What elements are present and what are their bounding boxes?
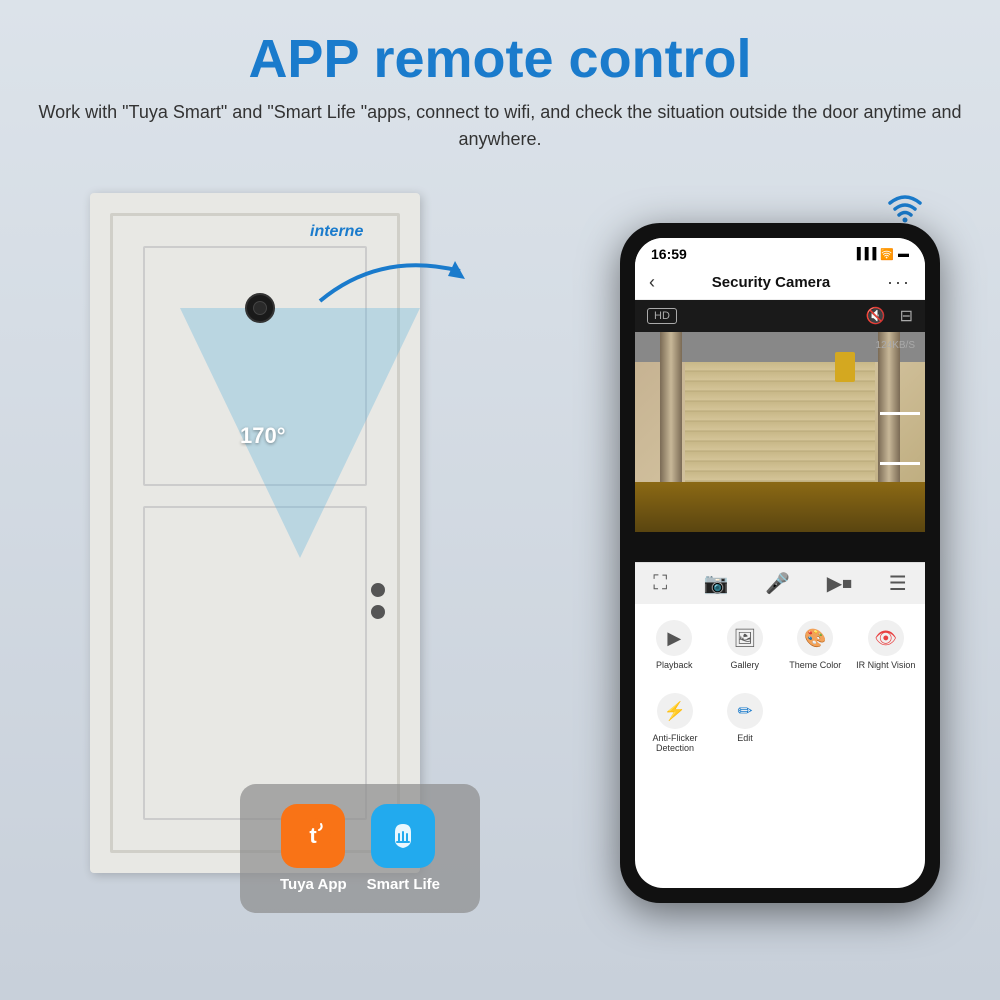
railing-bar-1 bbox=[880, 412, 920, 415]
feed-icons: 🔇 ⊟ bbox=[866, 306, 913, 326]
header-section: APP remote control Work with "Tuya Smart… bbox=[0, 0, 1000, 163]
camera-feed: 124KB/S bbox=[635, 332, 925, 562]
page-container: APP remote control Work with "Tuya Smart… bbox=[0, 0, 1000, 1000]
tuya-app-item: t Tuya App bbox=[280, 804, 347, 893]
playback-icon: ▶ bbox=[656, 620, 692, 656]
feature-gallery[interactable]: 🖼 Gallery bbox=[711, 614, 780, 677]
mute-icon[interactable]: 🔇 bbox=[866, 306, 886, 326]
door-section: 170° interne bbox=[30, 163, 530, 943]
gallery-icon: 🖼 bbox=[727, 620, 763, 656]
smartlife-app-label: Smart Life bbox=[367, 876, 440, 893]
ir-label: IR Night Vision bbox=[856, 660, 915, 671]
app-header: ‹ Security Camera ··· bbox=[635, 266, 925, 300]
handle-dot-1 bbox=[371, 583, 385, 597]
signal-icon: ▐▐▐ bbox=[853, 248, 876, 260]
record-icon[interactable]: ▶⏹ bbox=[827, 571, 852, 596]
more-menu-button[interactable]: ··· bbox=[887, 272, 911, 293]
status-bar: 16:59 ▐▐▐ 🛜 ▬ bbox=[635, 238, 925, 266]
porch-railing bbox=[875, 392, 925, 482]
antiflicker-icon: ⚡ bbox=[657, 693, 693, 729]
menu-icon[interactable]: ☰ bbox=[889, 571, 907, 596]
back-button[interactable]: ‹ bbox=[649, 272, 655, 293]
theme-icon: 🎨 bbox=[797, 620, 833, 656]
content-area: 170° interne bbox=[0, 163, 1000, 943]
fullscreen-icon[interactable]: ⛶ bbox=[653, 572, 667, 595]
speed-label: 124KB/S bbox=[876, 340, 915, 351]
snapshot-icon[interactable]: 📷 bbox=[704, 571, 729, 596]
feature-antiflicker[interactable]: ⚡ Anti-Flicker Detection bbox=[640, 693, 710, 753]
door-handle bbox=[371, 583, 385, 619]
feature-theme[interactable]: 🎨 Theme Color bbox=[781, 614, 850, 677]
smartlife-app-item: Smart Life bbox=[367, 804, 440, 893]
features-grid: ▶ Playback 🖼 Gallery 🎨 Theme Color � bbox=[635, 604, 925, 687]
porch-light bbox=[835, 352, 855, 382]
hd-badge: HD bbox=[647, 308, 677, 324]
arrow-container: interne bbox=[300, 223, 480, 321]
smartlife-app-icon bbox=[371, 804, 435, 868]
edit-icon: ✏ bbox=[727, 693, 763, 729]
camera-title: Security Camera bbox=[712, 274, 830, 291]
porch-floor bbox=[635, 482, 925, 532]
phone-screen: 16:59 ▐▐▐ 🛜 ▬ ‹ Security Camera ··· bbox=[635, 238, 925, 888]
handle-dot-2 bbox=[371, 605, 385, 619]
railing-bar-2 bbox=[880, 462, 920, 465]
layout-icon[interactable]: ⊟ bbox=[900, 306, 913, 326]
porch-image: 124KB/S bbox=[635, 332, 925, 532]
feature-ir[interactable]: 👁 IR Night Vision bbox=[852, 614, 921, 677]
app-icons-box: t Tuya App Smart Life bbox=[240, 784, 480, 913]
antiflicker-label: Anti-Flicker Detection bbox=[640, 733, 710, 753]
tuya-icon-svg: t bbox=[293, 816, 333, 856]
status-time: 16:59 bbox=[651, 246, 687, 262]
playback-label: Playback bbox=[656, 660, 693, 671]
ir-icon: 👁 bbox=[868, 620, 904, 656]
theme-label: Theme Color bbox=[789, 660, 841, 671]
svg-text:t: t bbox=[310, 823, 318, 848]
phone-body: 16:59 ▐▐▐ 🛜 ▬ ‹ Security Camera ··· bbox=[620, 223, 940, 903]
edit-label: Edit bbox=[737, 733, 753, 743]
feed-toolbar: HD 🔇 ⊟ bbox=[635, 300, 925, 332]
internet-arrow bbox=[300, 241, 480, 321]
features-row-2: ⚡ Anti-Flicker Detection ✏ Edit bbox=[635, 687, 925, 759]
subtitle: Work with "Tuya Smart" and "Smart Life "… bbox=[20, 99, 980, 153]
tuya-app-icon: t bbox=[281, 804, 345, 868]
arrow-label: interne bbox=[310, 223, 363, 240]
phone-section: 16:59 ▐▐▐ 🛜 ▬ ‹ Security Camera ··· bbox=[600, 173, 980, 933]
angle-label: 170° bbox=[240, 423, 286, 449]
smartlife-icon-svg bbox=[383, 816, 423, 856]
feed-bottom-bar bbox=[635, 532, 925, 562]
mic-icon[interactable]: 🎤 bbox=[765, 571, 790, 596]
wifi-svg bbox=[880, 183, 930, 223]
feature-edit[interactable]: ✏ Edit bbox=[710, 693, 780, 753]
gallery-label: Gallery bbox=[730, 660, 759, 671]
battery-icon: ▬ bbox=[898, 248, 909, 260]
feature-playback[interactable]: ▶ Playback bbox=[640, 614, 709, 677]
status-icons: ▐▐▐ 🛜 ▬ bbox=[853, 248, 909, 261]
main-title: APP remote control bbox=[20, 30, 980, 89]
vision-cone bbox=[180, 308, 420, 558]
controls-row: ⛶ 📷 🎤 ▶⏹ ☰ bbox=[635, 562, 925, 604]
tuya-app-label: Tuya App bbox=[280, 876, 347, 893]
wifi-status-icon: 🛜 bbox=[880, 248, 894, 261]
